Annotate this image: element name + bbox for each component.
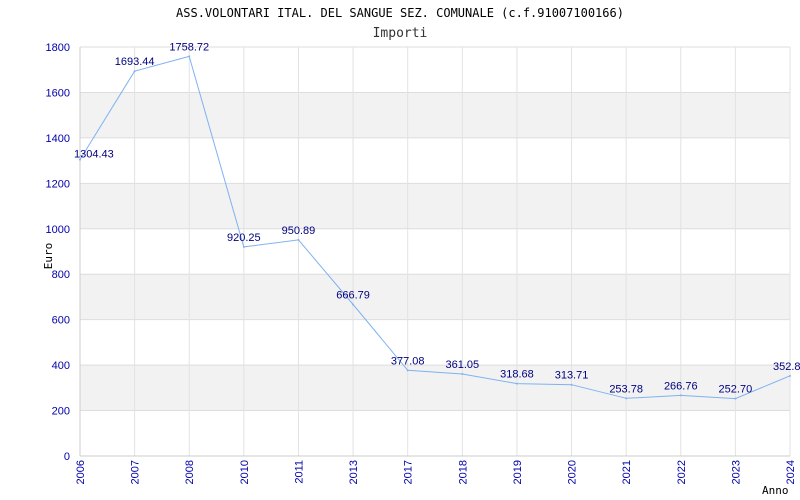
y-tick-label: 1800 [46, 42, 70, 54]
x-tick-label: 2008 [184, 460, 196, 484]
y-tick-label: 1400 [46, 133, 70, 145]
data-point [515, 382, 518, 385]
y-tick-label: 600 [52, 315, 70, 327]
data-point [242, 245, 245, 248]
chart-title: ASS.VOLONTARI ITAL. DEL SANGUE SEZ. COMU… [176, 6, 624, 20]
y-tick-label: 0 [64, 451, 70, 463]
grid-band [80, 92, 790, 138]
data-label: 377.08 [391, 355, 425, 367]
data-label: 266.76 [664, 380, 698, 392]
grid-bands [80, 92, 790, 411]
x-tick-label: 2011 [293, 460, 305, 484]
data-point [188, 55, 191, 58]
data-label: 318.68 [500, 369, 534, 381]
data-label: 253.78 [609, 383, 643, 395]
grid-band [80, 274, 790, 320]
x-tick-label: 2010 [239, 460, 251, 484]
x-tick-labels: 2006 2007 2008 2010 2011 2013 2017 2018 2019 2020… [75, 460, 797, 484]
y-tick-label: 400 [52, 360, 70, 372]
data-label: 666.79 [336, 289, 370, 301]
data-point [297, 238, 300, 241]
grid-band [80, 183, 790, 229]
data-point [352, 303, 355, 306]
data-point [570, 383, 573, 386]
data-label: 1693.44 [115, 56, 155, 68]
data-label: 1304.43 [74, 149, 114, 161]
x-tick-label: 2023 [730, 460, 742, 484]
chart-subtitle: Importi [373, 26, 428, 41]
x-tick-label: 2019 [512, 460, 524, 484]
line-chart: ASS.VOLONTARI ITAL. DEL SANGUE SEZ. COMU… [42, 6, 800, 497]
data-point [734, 397, 737, 400]
data-point [133, 70, 136, 73]
y-tick-label: 200 [52, 406, 70, 418]
x-tick-label: 2024 [785, 460, 797, 484]
x-tick-label: 2022 [676, 460, 688, 484]
x-axis-label: Anno [762, 484, 789, 497]
data-label: 252.70 [719, 384, 753, 396]
data-label: 352.8 [773, 361, 800, 373]
data-point [625, 397, 628, 400]
y-tick-label: 800 [52, 269, 70, 281]
data-label: 361.05 [445, 359, 479, 371]
x-tick-label: 2007 [130, 460, 142, 484]
x-tick-label: 2020 [567, 460, 579, 484]
data-point [679, 394, 682, 397]
data-label: 1758.72 [169, 41, 209, 53]
y-axis-label: Euro [42, 243, 55, 270]
data-label: 313.71 [555, 370, 589, 382]
y-tick-label: 1200 [46, 178, 70, 190]
x-tick-label: 2013 [348, 460, 360, 484]
y-tick-label: 1000 [46, 224, 70, 236]
x-tick-label: 2021 [621, 460, 633, 484]
x-tick-label: 2018 [457, 460, 469, 484]
x-tick-label: 2006 [75, 460, 87, 484]
data-point [406, 369, 409, 372]
x-tick-label: 2017 [403, 460, 415, 484]
data-point [461, 372, 464, 375]
data-label: 920.25 [227, 232, 261, 244]
y-tick-label: 1600 [46, 87, 70, 99]
data-point [789, 374, 791, 377]
data-label: 950.89 [282, 225, 316, 237]
